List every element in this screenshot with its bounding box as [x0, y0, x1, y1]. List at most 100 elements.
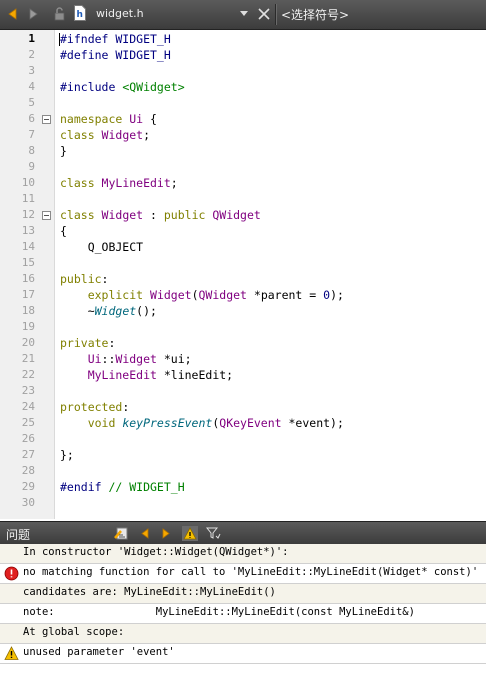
code-token: {	[143, 112, 157, 126]
filter-icon[interactable]	[205, 526, 221, 541]
code-line[interactable]: 23	[0, 383, 486, 399]
code-line[interactable]: 27};	[0, 447, 486, 463]
line-number: 8	[28, 144, 35, 157]
code-token: ();	[136, 304, 157, 318]
line-number: 3	[28, 64, 35, 77]
svg-text:h: h	[77, 10, 83, 20]
show-source-icon[interactable]	[114, 526, 130, 541]
code-line[interactable]: 22 MyLineEdit *lineEdit;	[0, 367, 486, 383]
code-line[interactable]: 16 public:	[0, 271, 486, 287]
code-line[interactable]: 11	[0, 191, 486, 207]
code-token: ;	[143, 128, 151, 142]
code-token: ::	[101, 352, 116, 366]
code-line[interactable]: 17 explicit Widget(QWidget *parent = 0);	[0, 287, 486, 303]
code-token: Q_OBJECT	[60, 240, 144, 254]
issue-row[interactable]: unused parameter 'event'	[0, 644, 486, 664]
code-line[interactable]: 19	[0, 319, 486, 335]
code-line[interactable]: 6 namespace Ui {	[0, 111, 486, 127]
line-number: 4	[28, 80, 35, 93]
code-text: class Widget : public QWidget	[60, 207, 261, 223]
code-line[interactable]: 1 #ifndef WIDGET_H	[0, 31, 486, 47]
code-token: );	[330, 288, 344, 302]
code-line[interactable]: 3	[0, 63, 486, 79]
code-token: :	[101, 272, 109, 286]
next-issue-icon[interactable]	[158, 526, 174, 541]
code-text: };	[60, 447, 74, 463]
code-line[interactable]: 5	[0, 95, 486, 111]
code-line[interactable]: 15	[0, 255, 486, 271]
line-number: 6	[28, 112, 35, 125]
code-line[interactable]: 13 {	[0, 223, 486, 239]
code-token: *parent =	[246, 288, 324, 302]
previous-issue-icon[interactable]	[137, 526, 153, 541]
code-line[interactable]: 8}	[0, 143, 486, 159]
line-number: 11	[21, 192, 35, 205]
warning-filter-icon[interactable]	[182, 526, 198, 541]
code-token: Ui	[60, 352, 102, 366]
line-number: 15	[21, 256, 35, 269]
code-line[interactable]: 30	[0, 495, 486, 511]
issue-row[interactable]: At global scope:	[0, 624, 486, 644]
code-line[interactable]: 21 Ui::Widget *ui;	[0, 351, 486, 367]
close-icon[interactable]	[257, 7, 271, 21]
line-number: 30	[21, 496, 35, 509]
code-token: :	[122, 400, 130, 414]
file-selector[interactable]: h widget.h	[72, 4, 254, 24]
code-line[interactable]: 9	[0, 159, 486, 175]
line-number: 21	[21, 352, 35, 365]
code-line[interactable]: 14 Q_OBJECT	[0, 239, 486, 255]
code-token: Widget	[94, 304, 137, 318]
code-token: Widget	[150, 288, 192, 302]
code-token: QKeyEvent	[219, 416, 282, 430]
editor-toolbar: h widget.h <选择符号>	[0, 0, 486, 30]
lock-icon[interactable]	[52, 6, 68, 22]
line-number: 24	[21, 400, 35, 413]
code-token: MyLineEdit	[60, 368, 157, 382]
code-token: private	[60, 336, 109, 350]
code-line[interactable]: 10 class MyLineEdit;	[0, 175, 486, 191]
line-number: 14	[21, 240, 35, 253]
fold-toggle-icon[interactable]	[42, 211, 51, 220]
code-line[interactable]: 2 #define WIDGET_H	[0, 47, 486, 63]
code-editor[interactable]: 1 #ifndef WIDGET_H 2 #define WIDGET_H 3 4 #inc…	[0, 30, 486, 519]
code-token: *ui;	[156, 352, 192, 366]
code-line[interactable]: 4 #include <QWidget>	[0, 79, 486, 95]
code-token: // WIDGET_H	[108, 480, 185, 494]
code-line[interactable]: 18 ~Widget();	[0, 303, 486, 319]
issue-row[interactable]: no matching function for call to 'MyLine…	[0, 564, 486, 584]
code-line[interactable]: 29 #endif // WIDGET_H	[0, 479, 486, 495]
code-text: ~Widget();	[60, 303, 157, 319]
code-line[interactable]: 25 void keyPressEvent(QKeyEvent *event);	[0, 415, 486, 431]
code-text: private:	[60, 335, 115, 351]
line-number: 22	[21, 368, 35, 381]
navigate-forward-icon[interactable]	[25, 6, 41, 22]
code-text: }	[60, 143, 67, 159]
line-number: 7	[28, 128, 35, 141]
code-token: class	[60, 128, 102, 142]
issue-row[interactable]: note: MyLineEdit::MyLineEdit(const MyLin…	[0, 604, 486, 624]
code-token: #define WIDGET_H	[60, 48, 171, 62]
issue-text: note: MyLineEdit::MyLineEdit(const MyLin…	[23, 606, 415, 618]
text-cursor	[59, 33, 60, 46]
code-token: keyPressEvent	[122, 416, 213, 430]
code-line[interactable]: 20 private:	[0, 335, 486, 351]
code-line[interactable]: 24 protected:	[0, 399, 486, 415]
fold-toggle-icon[interactable]	[42, 115, 51, 124]
code-token: class	[60, 208, 102, 222]
code-token: (	[191, 288, 199, 302]
issues-pane-title: 问题	[6, 528, 31, 542]
line-number: 26	[21, 432, 35, 445]
chevron-down-icon	[240, 11, 248, 16]
navigate-back-icon[interactable]	[5, 6, 21, 22]
code-line[interactable]: 7 class Widget;	[0, 127, 486, 143]
code-token: Widget	[115, 352, 157, 366]
issue-row[interactable]: candidates are: MyLineEdit::MyLineEdit()	[0, 584, 486, 604]
code-token: #ifndef WIDGET_H	[60, 32, 171, 46]
code-text: Ui::Widget *ui;	[60, 351, 192, 367]
code-line[interactable]: 12 class Widget : public QWidget	[0, 207, 486, 223]
code-line[interactable]: 26	[0, 431, 486, 447]
symbol-selector[interactable]: <选择符号>	[281, 6, 349, 23]
code-line[interactable]: 28	[0, 463, 486, 479]
code-token: <QWidget>	[122, 80, 185, 94]
issue-row[interactable]: In constructor 'Widget::Widget(QWidget*)…	[0, 544, 486, 564]
